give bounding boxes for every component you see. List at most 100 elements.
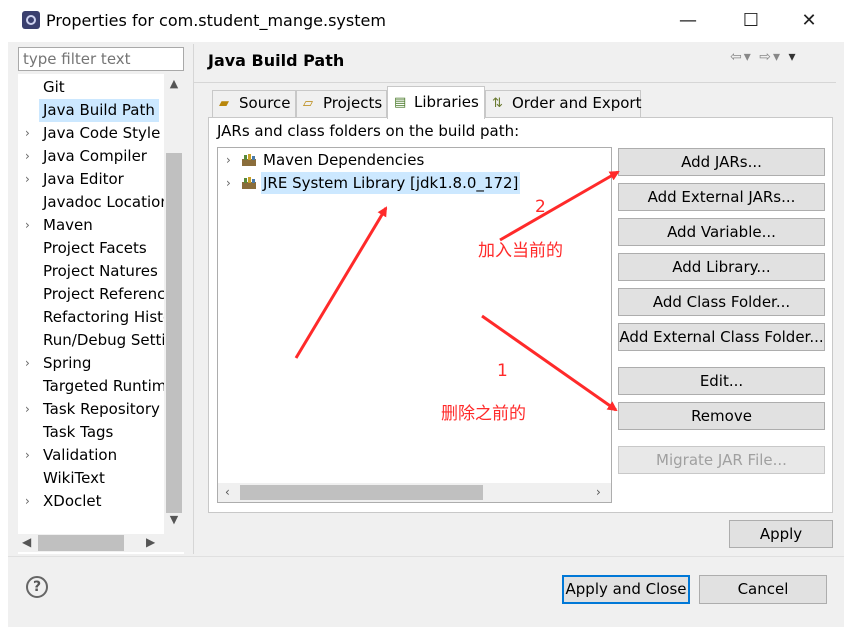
scroll-left-arrow-icon[interactable]: ◀	[22, 535, 31, 549]
tab-libraries[interactable]: ▤ Libraries	[387, 86, 485, 119]
sidebar-item[interactable]: Javadoc Location	[18, 191, 184, 214]
background-window-edge	[0, 0, 8, 627]
sidebar-item-label: Javadoc Location	[43, 193, 170, 211]
expand-chevron-icon[interactable]: ›	[226, 172, 231, 194]
tab-source[interactable]: ▰ Source	[212, 90, 296, 117]
scroll-up-arrow-icon[interactable]: ▲	[164, 77, 184, 93]
filter-input[interactable]	[18, 47, 184, 71]
sidebar-item[interactable]: Project Facets	[18, 237, 184, 260]
tree-vertical-scroll-thumb[interactable]	[166, 153, 182, 513]
close-button[interactable]: ✕	[786, 8, 832, 34]
properties-tree[interactable]: Git Java Build Path › Java Code Style › Java …	[18, 74, 184, 554]
tree-horizontal-scroll-thumb[interactable]	[38, 535, 124, 551]
sidebar-item-label: Project References	[43, 285, 183, 303]
forward-menu-chevron-icon[interactable]: ▾	[773, 49, 782, 65]
libraries-icon: ▤	[394, 95, 407, 110]
scroll-down-arrow-icon[interactable]: ▼	[164, 513, 184, 529]
add-class-folder-button[interactable]: Add Class Folder...	[618, 288, 825, 316]
expand-chevron-icon[interactable]: ›	[25, 444, 35, 467]
sidebar-item-label: Task Tags	[43, 423, 114, 441]
apply-button[interactable]: Apply	[729, 520, 833, 548]
sidebar-item[interactable]: › Maven	[18, 214, 184, 237]
back-arrow-icon[interactable]: ⇦	[730, 49, 744, 65]
build-path-list-label: JARs and class folders on the build path…	[217, 122, 520, 140]
sidebar-item[interactable]: Git	[18, 76, 184, 99]
sidebar-item-label: Java Code Style	[43, 124, 161, 142]
expand-chevron-icon[interactable]: ›	[25, 398, 35, 421]
window-title: Properties for com.student_mange.system	[46, 11, 386, 30]
history-navigation[interactable]: ⇦▾ ⇨▾ ▾	[730, 49, 797, 65]
sidebar-item[interactable]: Project Natures	[18, 260, 184, 283]
expand-chevron-icon[interactable]: ›	[226, 149, 231, 171]
sidebar-item[interactable]: › Validation	[18, 444, 184, 467]
add-external-jars-button[interactable]: Add External JARs...	[618, 183, 825, 211]
expand-chevron-icon[interactable]: ›	[25, 490, 35, 513]
sidebar-item-label: Validation	[43, 446, 118, 464]
sidebar-item[interactable]: › Java Code Style	[18, 122, 184, 145]
expand-chevron-icon[interactable]: ›	[25, 145, 35, 168]
sidebar-item[interactable]: Targeted Runtimes	[18, 375, 184, 398]
sidebar-item[interactable]: › Java Compiler	[18, 145, 184, 168]
sidebar-item[interactable]: Run/Debug Settings	[18, 329, 184, 352]
tab-order-and-export[interactable]: ⇅ Order and Export	[485, 90, 642, 117]
library-jar-icon	[242, 154, 256, 166]
maximize-button[interactable]: ☐	[728, 8, 774, 34]
sidebar-item[interactable]: Java Build Path	[18, 99, 184, 122]
expand-chevron-icon[interactable]: ›	[25, 122, 35, 145]
sidebar-item[interactable]: › Spring	[18, 352, 184, 375]
sidebar-item-label: Run/Debug Settings	[43, 331, 184, 349]
pane-divider[interactable]	[193, 44, 194, 554]
sidebar-item-label: Refactoring History	[43, 308, 184, 326]
sidebar-item-label: XDoclet	[43, 492, 102, 510]
scroll-left-arrow-icon[interactable]: ‹	[225, 485, 230, 499]
sidebar-item-label: Task Repository	[43, 400, 160, 418]
sidebar-item[interactable]: › Task Repository	[18, 398, 184, 421]
sidebar-item-label: Git	[43, 78, 65, 96]
sidebar-item[interactable]: › Java Editor	[18, 168, 184, 191]
eclipse-app-icon	[22, 11, 40, 29]
remove-button[interactable]: Remove	[618, 402, 825, 430]
sidebar-item[interactable]: WikiText	[18, 467, 184, 490]
sidebar-item-label: Maven	[43, 216, 93, 234]
sidebar-item[interactable]: › XDoclet	[18, 490, 184, 513]
library-label: JRE System Library [jdk1.8.0_172]	[261, 172, 521, 194]
order-export-icon: ⇅	[492, 96, 503, 111]
add-variable-button[interactable]: Add Variable...	[618, 218, 825, 246]
tab-projects[interactable]: ▱ Projects	[296, 90, 387, 117]
library-jar-icon	[242, 177, 256, 189]
expand-chevron-icon[interactable]: ›	[25, 214, 35, 237]
source-folder-icon: ▰	[219, 96, 229, 111]
tab-label: Projects	[323, 94, 383, 112]
sidebar-item-label: WikiText	[43, 469, 105, 487]
view-menu-icon[interactable]: ▾	[788, 49, 797, 65]
list-horizontal-scroll-thumb[interactable]	[240, 485, 483, 500]
minimize-button[interactable]: —	[665, 8, 711, 34]
scroll-right-arrow-icon[interactable]: ›	[596, 485, 601, 499]
sidebar-item-label: Targeted Runtimes	[43, 377, 184, 395]
projects-icon: ▱	[303, 96, 313, 111]
add-external-class-folder-button[interactable]: Add External Class Folder...	[618, 323, 825, 351]
library-list[interactable]	[217, 147, 612, 503]
help-icon[interactable]: ?	[26, 576, 48, 598]
sidebar-item[interactable]: Task Tags	[18, 421, 184, 444]
footer-divider	[8, 556, 844, 557]
tab-label: Libraries	[414, 93, 479, 111]
expand-chevron-icon[interactable]: ›	[25, 168, 35, 191]
forward-arrow-icon[interactable]: ⇨	[759, 49, 773, 65]
expand-chevron-icon[interactable]: ›	[25, 352, 35, 375]
page-title: Java Build Path	[208, 51, 345, 70]
cancel-button[interactable]: Cancel	[699, 575, 827, 604]
sidebar-item-label: Java Editor	[43, 170, 124, 188]
apply-and-close-button[interactable]: Apply and Close	[562, 575, 690, 604]
add-jars-button[interactable]: Add JARs...	[618, 148, 825, 176]
add-library-button[interactable]: Add Library...	[618, 253, 825, 281]
library-label: Maven Dependencies	[263, 151, 425, 169]
back-menu-chevron-icon[interactable]: ▾	[744, 49, 753, 65]
sidebar-item[interactable]: Refactoring History	[18, 306, 184, 329]
edit-button[interactable]: Edit...	[618, 367, 825, 395]
sidebar-item[interactable]: Project References	[18, 283, 184, 306]
sidebar-item-label: Project Natures	[43, 262, 158, 280]
annotation-step-2-number: 2	[535, 197, 546, 217]
scroll-right-arrow-icon[interactable]: ▶	[146, 535, 155, 549]
annotation-step-2-text: 加入当前的	[478, 241, 563, 261]
